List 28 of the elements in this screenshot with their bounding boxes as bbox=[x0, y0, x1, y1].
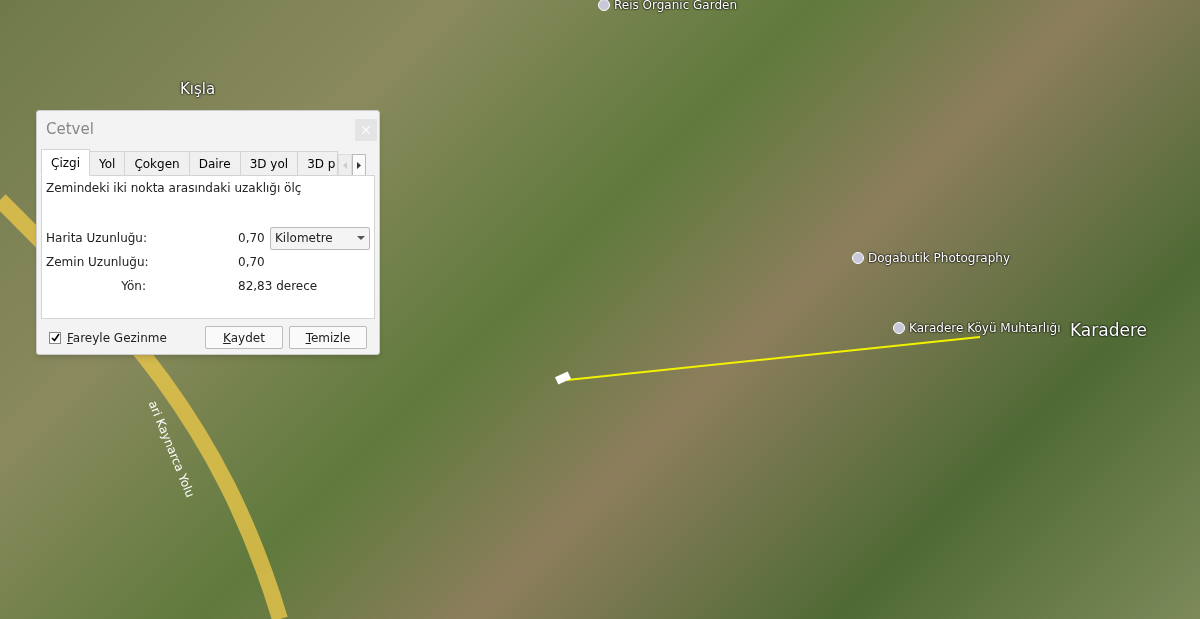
map-label: Kışla bbox=[180, 79, 216, 100]
measure-label: Yön: bbox=[120, 278, 146, 295]
close-icon bbox=[362, 125, 370, 134]
measure-label: Harita Uzunluğu: bbox=[46, 230, 146, 247]
tab[interactable]: Çizgi bbox=[41, 149, 90, 176]
left-arrow-icon bbox=[343, 161, 348, 169]
tab-scroll-right[interactable] bbox=[352, 154, 367, 176]
description-text: Zemindeki iki nokta arasındaki uzaklığı ölç bbox=[46, 180, 303, 197]
pin-icon bbox=[598, 0, 610, 11]
field-marker bbox=[554, 371, 572, 385]
caret-icon bbox=[357, 236, 365, 240]
tab[interactable]: 3D p bbox=[297, 151, 339, 176]
window-title: Cetvel bbox=[46, 119, 94, 141]
map-label: Karadere Köyü Muhtarlığı bbox=[909, 320, 1061, 337]
measure-label: Zemin Uzunluğu: bbox=[46, 254, 146, 271]
checkbox-label: Fareyle Gezinme bbox=[67, 329, 167, 347]
right-arrow-icon bbox=[357, 161, 362, 169]
checkbox[interactable] bbox=[49, 331, 61, 344]
dialog-button[interactable]: Temizle bbox=[289, 326, 367, 349]
measure-value: 82,83 derece bbox=[238, 278, 318, 295]
dialog-button[interactable]: Kaydet bbox=[205, 326, 283, 349]
map-label: Dogabutik Photography bbox=[868, 250, 1011, 267]
map-label: Reis Organic Garden bbox=[614, 0, 738, 14]
map-label: Karadere bbox=[1070, 319, 1147, 342]
check-icon bbox=[50, 333, 60, 342]
unit-select[interactable]: Kilometre bbox=[270, 226, 370, 250]
measure-value: 0,70 bbox=[238, 254, 265, 271]
measure-value: 0,70 bbox=[238, 230, 265, 247]
